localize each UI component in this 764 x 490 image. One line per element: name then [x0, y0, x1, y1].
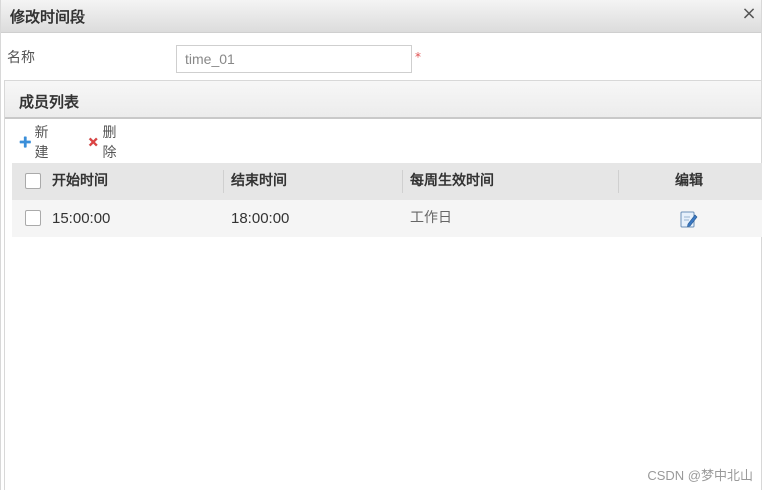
- add-icon: [19, 136, 31, 148]
- row-end-time: 18:00:00: [231, 210, 290, 227]
- delete-button-label: 删除: [102, 125, 117, 161]
- row-checkbox[interactable]: [25, 210, 41, 226]
- column-divider: [402, 170, 403, 193]
- select-all-checkbox[interactable]: [25, 173, 41, 189]
- dialog-title: 修改时间段: [10, 8, 86, 26]
- delete-button[interactable]: 删除: [87, 125, 122, 161]
- delete-icon: [88, 137, 98, 147]
- edit-timeslot-dialog: 修改时间段 × 名称 * 成员列表 新建 删除: [0, 0, 762, 490]
- required-mark: *: [415, 50, 421, 64]
- dialog-titlebar: 修改时间段 ×: [1, 0, 761, 33]
- new-button[interactable]: 新建: [19, 125, 54, 161]
- edit-icon[interactable]: [679, 209, 699, 229]
- close-icon[interactable]: ×: [739, 3, 759, 25]
- member-list-title: 成员列表: [19, 93, 80, 111]
- column-edit: 编辑: [675, 173, 703, 189]
- member-grid: 开始时间 结束时间 每周生效时间 编辑 15:00:00 18:00:00 工作…: [12, 163, 762, 237]
- member-list-panel: 成员列表 新建 删除 开始时间 结束时间 每周生效时间 编辑 15:00:00 …: [4, 80, 762, 490]
- column-divider: [223, 170, 224, 193]
- row-weekly-effective: 工作日: [410, 210, 452, 226]
- watermark: CSDN @梦中北山: [647, 468, 753, 483]
- column-weekly-effective[interactable]: 每周生效时间: [410, 163, 494, 200]
- column-divider: [618, 170, 619, 193]
- grid-header: 开始时间 结束时间 每周生效时间 编辑: [12, 163, 762, 200]
- member-list-header: 成员列表: [5, 81, 761, 119]
- row-start-time: 15:00:00: [52, 210, 111, 227]
- table-row[interactable]: 15:00:00 18:00:00 工作日: [12, 200, 762, 237]
- new-button-label: 新建: [34, 125, 49, 161]
- name-label: 名称: [7, 50, 35, 66]
- column-end-time[interactable]: 结束时间: [231, 163, 287, 200]
- name-input[interactable]: [176, 45, 412, 73]
- column-start-time[interactable]: 开始时间: [52, 163, 108, 200]
